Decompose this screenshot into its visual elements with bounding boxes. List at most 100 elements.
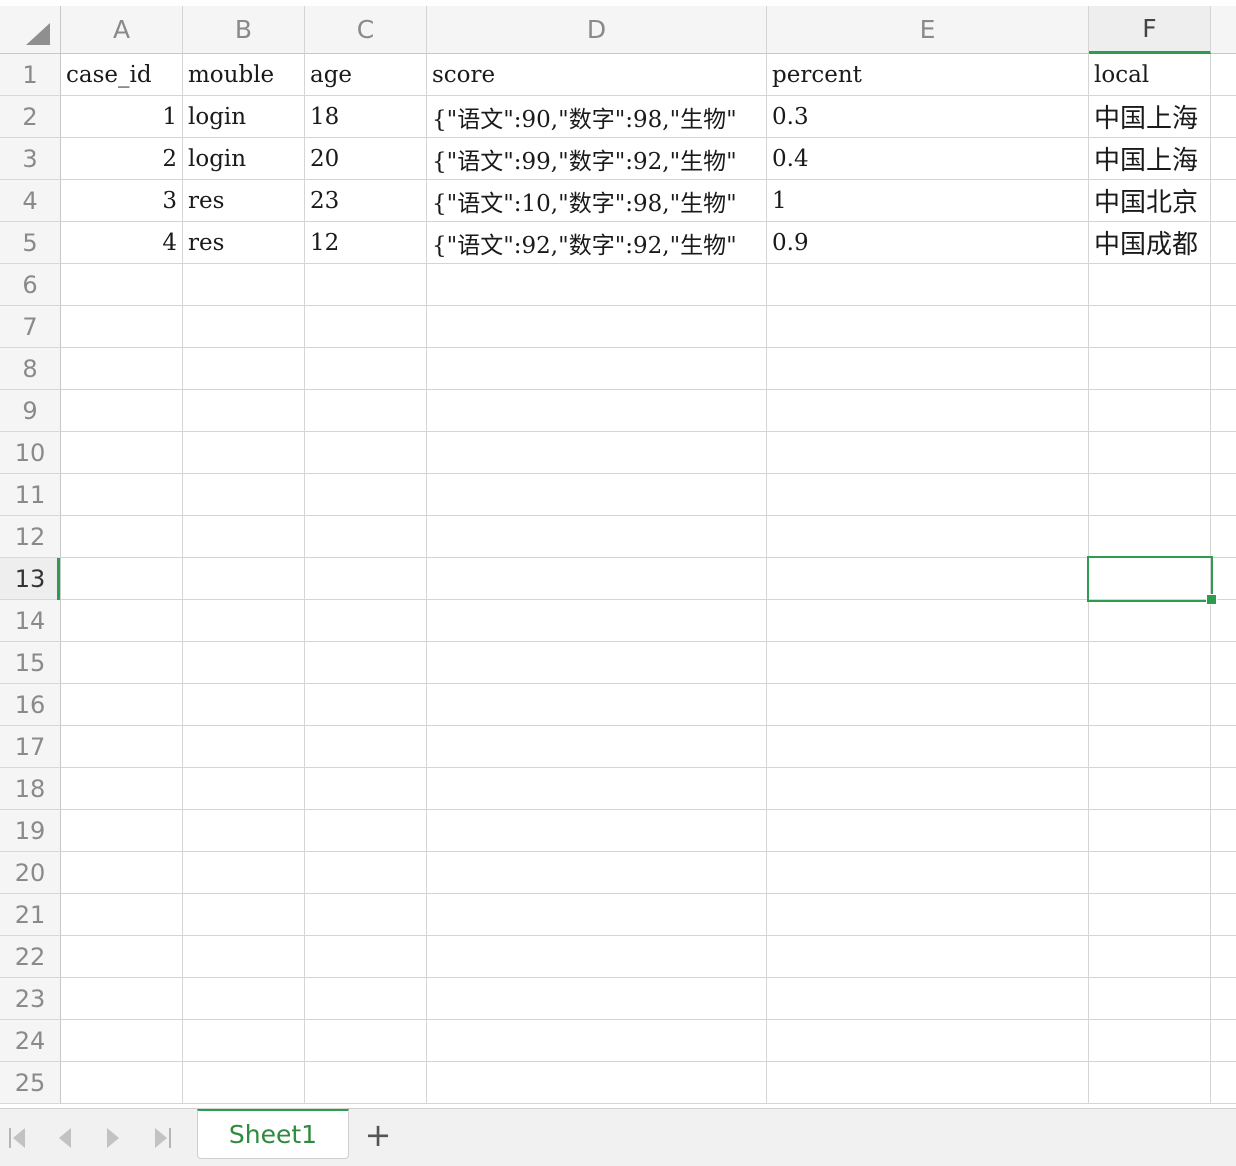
cell-e10[interactable] [767,432,1089,474]
row-header-13[interactable]: 13 [0,558,61,600]
cell-e22[interactable] [767,936,1089,978]
cell-b15[interactable] [183,642,305,684]
cell-c16[interactable] [305,684,427,726]
row-header-24[interactable]: 24 [0,1020,61,1062]
column-header-b[interactable]: B [183,6,305,54]
cell-b13[interactable] [183,558,305,600]
cell-b22[interactable] [183,936,305,978]
row-header-17[interactable]: 17 [0,726,61,768]
cell-c20[interactable] [305,852,427,894]
cell-e13[interactable] [767,558,1089,600]
cell-a19[interactable] [61,810,183,852]
cell-c11[interactable] [305,474,427,516]
row-header-9[interactable]: 9 [0,390,61,432]
select-all-corner[interactable] [0,6,61,54]
cell-f22[interactable] [1089,936,1211,978]
column-header-a[interactable]: A [61,6,183,54]
cell-d2[interactable]: {"语文":90,"数字":98,"生物" [427,96,767,138]
cell-a3[interactable]: 2 [61,138,183,180]
cell-a4[interactable]: 3 [61,180,183,222]
cell-f9[interactable] [1089,390,1211,432]
row-header-23[interactable]: 23 [0,978,61,1020]
cell-b1[interactable]: mouble [183,54,305,96]
cell-b16[interactable] [183,684,305,726]
cell-b8[interactable] [183,348,305,390]
cell-e15[interactable] [767,642,1089,684]
cell-b17[interactable] [183,726,305,768]
row-header-4[interactable]: 4 [0,180,61,222]
cell-f24[interactable] [1089,1020,1211,1062]
cell-d22[interactable] [427,936,767,978]
cell-a7[interactable] [61,306,183,348]
cell-a21[interactable] [61,894,183,936]
cell-d15[interactable] [427,642,767,684]
cell-b11[interactable] [183,474,305,516]
cell-e14[interactable] [767,600,1089,642]
cell-f2[interactable]: 中国上海 [1089,96,1211,138]
cell-f16[interactable] [1089,684,1211,726]
cell-b24[interactable] [183,1020,305,1062]
cell-f19[interactable] [1089,810,1211,852]
cell-d10[interactable] [427,432,767,474]
first-sheet-icon[interactable] [4,1125,30,1151]
cell-f18[interactable] [1089,768,1211,810]
cell-a11[interactable] [61,474,183,516]
column-header-c[interactable]: C [305,6,427,54]
cell-a16[interactable] [61,684,183,726]
last-sheet-icon[interactable] [150,1125,176,1151]
cell-b12[interactable] [183,516,305,558]
cell-b3[interactable]: login [183,138,305,180]
row-header-7[interactable]: 7 [0,306,61,348]
cell-b19[interactable] [183,810,305,852]
row-header-20[interactable]: 20 [0,852,61,894]
cell-c6[interactable] [305,264,427,306]
cell-b21[interactable] [183,894,305,936]
cell-f4[interactable]: 中国北京 [1089,180,1211,222]
column-header-f[interactable]: F [1089,6,1211,54]
cell-b23[interactable] [183,978,305,1020]
row-header-14[interactable]: 14 [0,600,61,642]
cell-b14[interactable] [183,600,305,642]
cell-c17[interactable] [305,726,427,768]
cell-f5[interactable]: 中国成都 [1089,222,1211,264]
cell-a17[interactable] [61,726,183,768]
cell-b7[interactable] [183,306,305,348]
cell-a13[interactable] [61,558,183,600]
cell-d19[interactable] [427,810,767,852]
row-header-25[interactable]: 25 [0,1062,61,1104]
row-header-12[interactable]: 12 [0,516,61,558]
cell-d9[interactable] [427,390,767,432]
cell-c5[interactable]: 12 [305,222,427,264]
cell-e21[interactable] [767,894,1089,936]
cell-e19[interactable] [767,810,1089,852]
cell-f7[interactable] [1089,306,1211,348]
row-header-6[interactable]: 6 [0,264,61,306]
cell-e24[interactable] [767,1020,1089,1062]
cell-b9[interactable] [183,390,305,432]
cell-a24[interactable] [61,1020,183,1062]
cell-d4[interactable]: {"语文":10,"数字":98,"生物" [427,180,767,222]
cell-c25[interactable] [305,1062,427,1104]
cell-c22[interactable] [305,936,427,978]
cell-f3[interactable]: 中国上海 [1089,138,1211,180]
prev-sheet-icon[interactable] [52,1125,78,1151]
cell-f13[interactable] [1089,558,1211,600]
cell-d3[interactable]: {"语文":99,"数字":92,"生物" [427,138,767,180]
cell-a6[interactable] [61,264,183,306]
row-header-21[interactable]: 21 [0,894,61,936]
cell-f23[interactable] [1089,978,1211,1020]
cell-e1[interactable]: percent [767,54,1089,96]
cell-a25[interactable] [61,1062,183,1104]
cell-e6[interactable] [767,264,1089,306]
cell-e18[interactable] [767,768,1089,810]
cell-a8[interactable] [61,348,183,390]
fill-handle[interactable] [1206,594,1217,605]
row-header-16[interactable]: 16 [0,684,61,726]
cell-c9[interactable] [305,390,427,432]
cell-a15[interactable] [61,642,183,684]
cell-a20[interactable] [61,852,183,894]
cell-a22[interactable] [61,936,183,978]
row-header-10[interactable]: 10 [0,432,61,474]
cell-d6[interactable] [427,264,767,306]
cell-b10[interactable] [183,432,305,474]
